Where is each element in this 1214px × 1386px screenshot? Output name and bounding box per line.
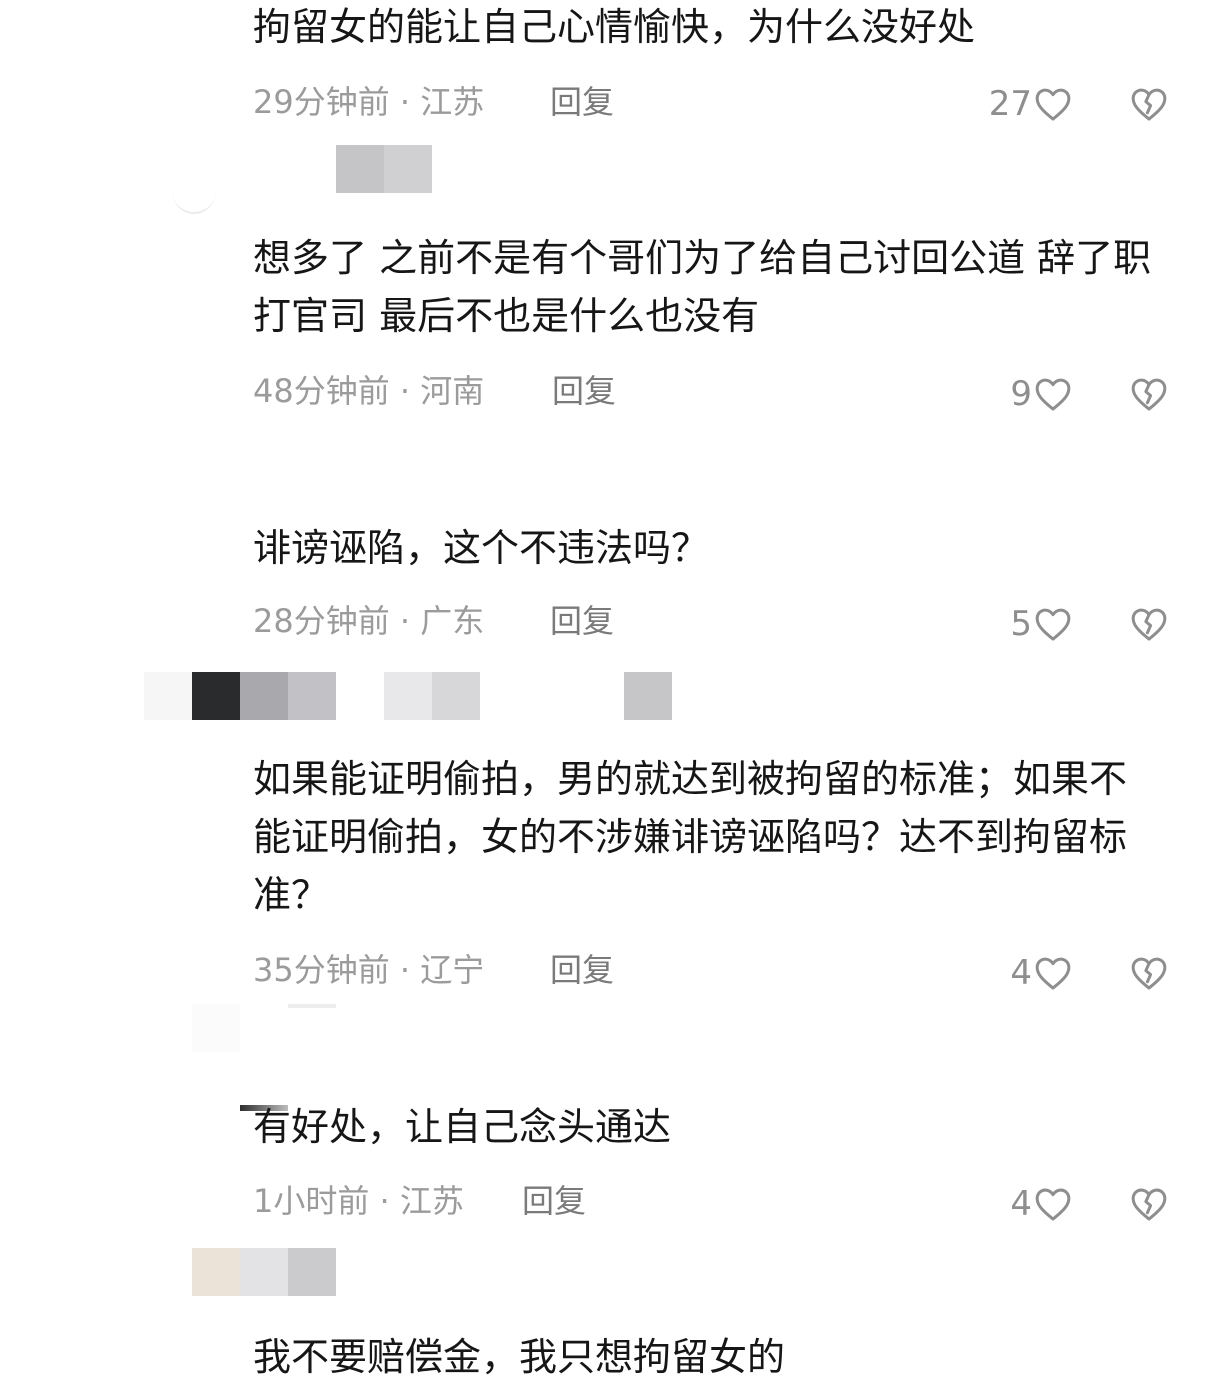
reply-button[interactable]: 回复 [552,369,616,413]
broken-heart-icon [1131,88,1167,121]
censored-username [336,145,432,193]
comment-text: 想多了 之前不是有个哥们为了给自己讨回公道 辞了职打官司 最后不也是什么也没有 [253,236,1152,338]
comment-time-location: 28分钟前 · 广东 [253,602,485,640]
like-count: 27 [988,84,1032,124]
blur-block [384,145,432,193]
blur-block [144,672,192,720]
censored-username [192,1004,336,1052]
dislike-button[interactable] [1128,82,1170,126]
like-button[interactable]: 27 [989,82,1072,126]
comment-time-location: 29分钟前 · 江苏 [253,83,485,121]
reply-button[interactable]: 回复 [550,599,614,643]
blur-block [288,1004,336,1008]
heart-outline-icon [1035,957,1071,990]
blur-block [288,672,336,720]
broken-heart-icon [1131,378,1167,411]
blur-block [240,672,288,720]
reply-button[interactable]: 回复 [522,1179,586,1223]
comment-text: 我不要赔偿金，我只想拘留女的 [253,1335,786,1379]
broken-heart-icon [1131,608,1167,641]
broken-heart-icon [1131,957,1167,990]
blur-block [336,145,384,193]
reply-button[interactable]: 回复 [550,948,614,992]
comment-text: 诽谤诬陷，这个不违法吗？ [253,526,710,570]
dislike-button[interactable] [1128,951,1170,995]
blur-block [240,1248,288,1296]
blur-block [288,1248,336,1296]
like-count: 9 [1010,374,1032,414]
like-button[interactable]: 4 [1010,1182,1072,1226]
dislike-button[interactable] [1128,372,1170,416]
censored-username [144,672,674,720]
blur-block [624,672,672,720]
blur-block [384,672,432,720]
comment-text: 拘留女的能让自己心情愉快，为什么没好处 [253,5,976,49]
heart-outline-icon [1035,608,1071,641]
like-button[interactable]: 4 [1010,951,1072,995]
dislike-button[interactable] [1128,1182,1170,1226]
dislike-button[interactable] [1128,602,1170,646]
blur-block [432,672,480,720]
like-button[interactable]: 9 [1010,372,1072,416]
comment-text: 有好处，让自己念头通达 [253,1105,672,1149]
comment-text: 如果能证明偷拍，男的就达到被拘留的标准；如果不能证明偷拍，女的不涉嫌诽谤诬陷吗？… [253,757,1128,917]
like-button[interactable]: 5 [1010,602,1072,646]
heart-outline-icon [1035,88,1071,121]
like-count: 4 [1010,953,1032,993]
blur-block [192,1248,240,1296]
comment-time-location: 1小时前 · 江苏 [253,1182,464,1220]
comment-time-location: 35分钟前 · 辽宁 [253,951,485,989]
broken-heart-icon [1131,1188,1167,1221]
blur-block [192,1004,240,1052]
like-count: 4 [1010,1184,1032,1224]
blur-block [192,672,240,720]
comment-time-location: 48分钟前 · 河南 [253,372,485,410]
like-count: 5 [1010,604,1032,644]
avatar[interactable] [172,168,216,214]
reply-button[interactable]: 回复 [550,80,614,124]
heart-outline-icon [1035,378,1071,411]
censored-username [192,1248,336,1296]
heart-outline-icon [1035,1188,1071,1221]
